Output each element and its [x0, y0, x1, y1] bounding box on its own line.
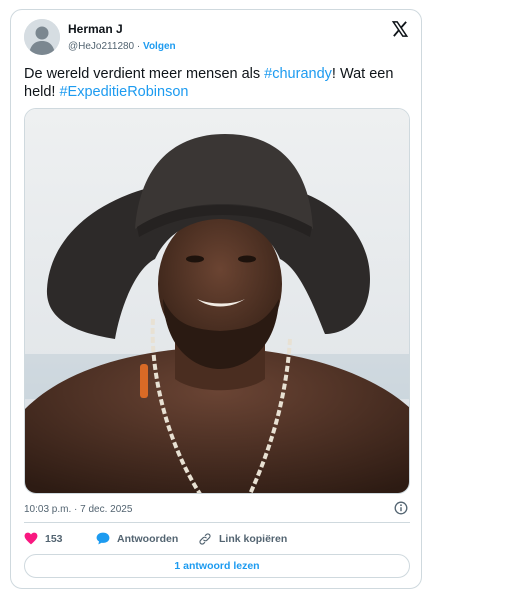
tweet-card: Herman J @HeJo211280 · Volgen De wereld … [10, 9, 422, 589]
info-icon[interactable] [394, 501, 408, 515]
default-avatar-icon [24, 19, 60, 55]
x-logo-icon[interactable] [391, 20, 409, 38]
man-in-hat-photo [25, 109, 409, 493]
heart-icon [24, 532, 38, 545]
avatar[interactable] [24, 19, 60, 55]
copy-link-label: Link kopiëren [219, 533, 288, 545]
author-name[interactable]: Herman J [68, 22, 123, 36]
tweet-text: De wereld verdient meer mensen als #chur… [24, 65, 412, 101]
hashtag-expeditierobinson[interactable]: #ExpeditieRobinson [59, 84, 188, 100]
tweet-text-part1: De wereld verdient meer mensen als [24, 66, 265, 82]
like-button[interactable]: 153 [24, 532, 63, 545]
copy-link-button[interactable]: Link kopiëren [198, 532, 287, 546]
author-handle-line: @HeJo211280 · Volgen [68, 41, 176, 52]
reply-bubble-icon [96, 532, 110, 545]
hashtag-churandy[interactable]: #churandy [264, 66, 332, 82]
tweet-media-photo[interactable] [24, 108, 410, 494]
author-handle[interactable]: @HeJo211280 [68, 41, 134, 52]
handle-separator: · [134, 41, 144, 52]
read-replies-button[interactable]: 1 antwoord lezen [24, 554, 410, 578]
divider [24, 522, 410, 523]
reply-button[interactable]: Antwoorden [96, 532, 178, 545]
reply-label: Antwoorden [117, 532, 179, 545]
link-icon [199, 533, 211, 545]
like-count: 153 [45, 532, 63, 545]
follow-link[interactable]: Volgen [143, 41, 176, 52]
tweet-timestamp[interactable]: 10:03 p.m. · 7 dec. 2025 [24, 504, 132, 515]
